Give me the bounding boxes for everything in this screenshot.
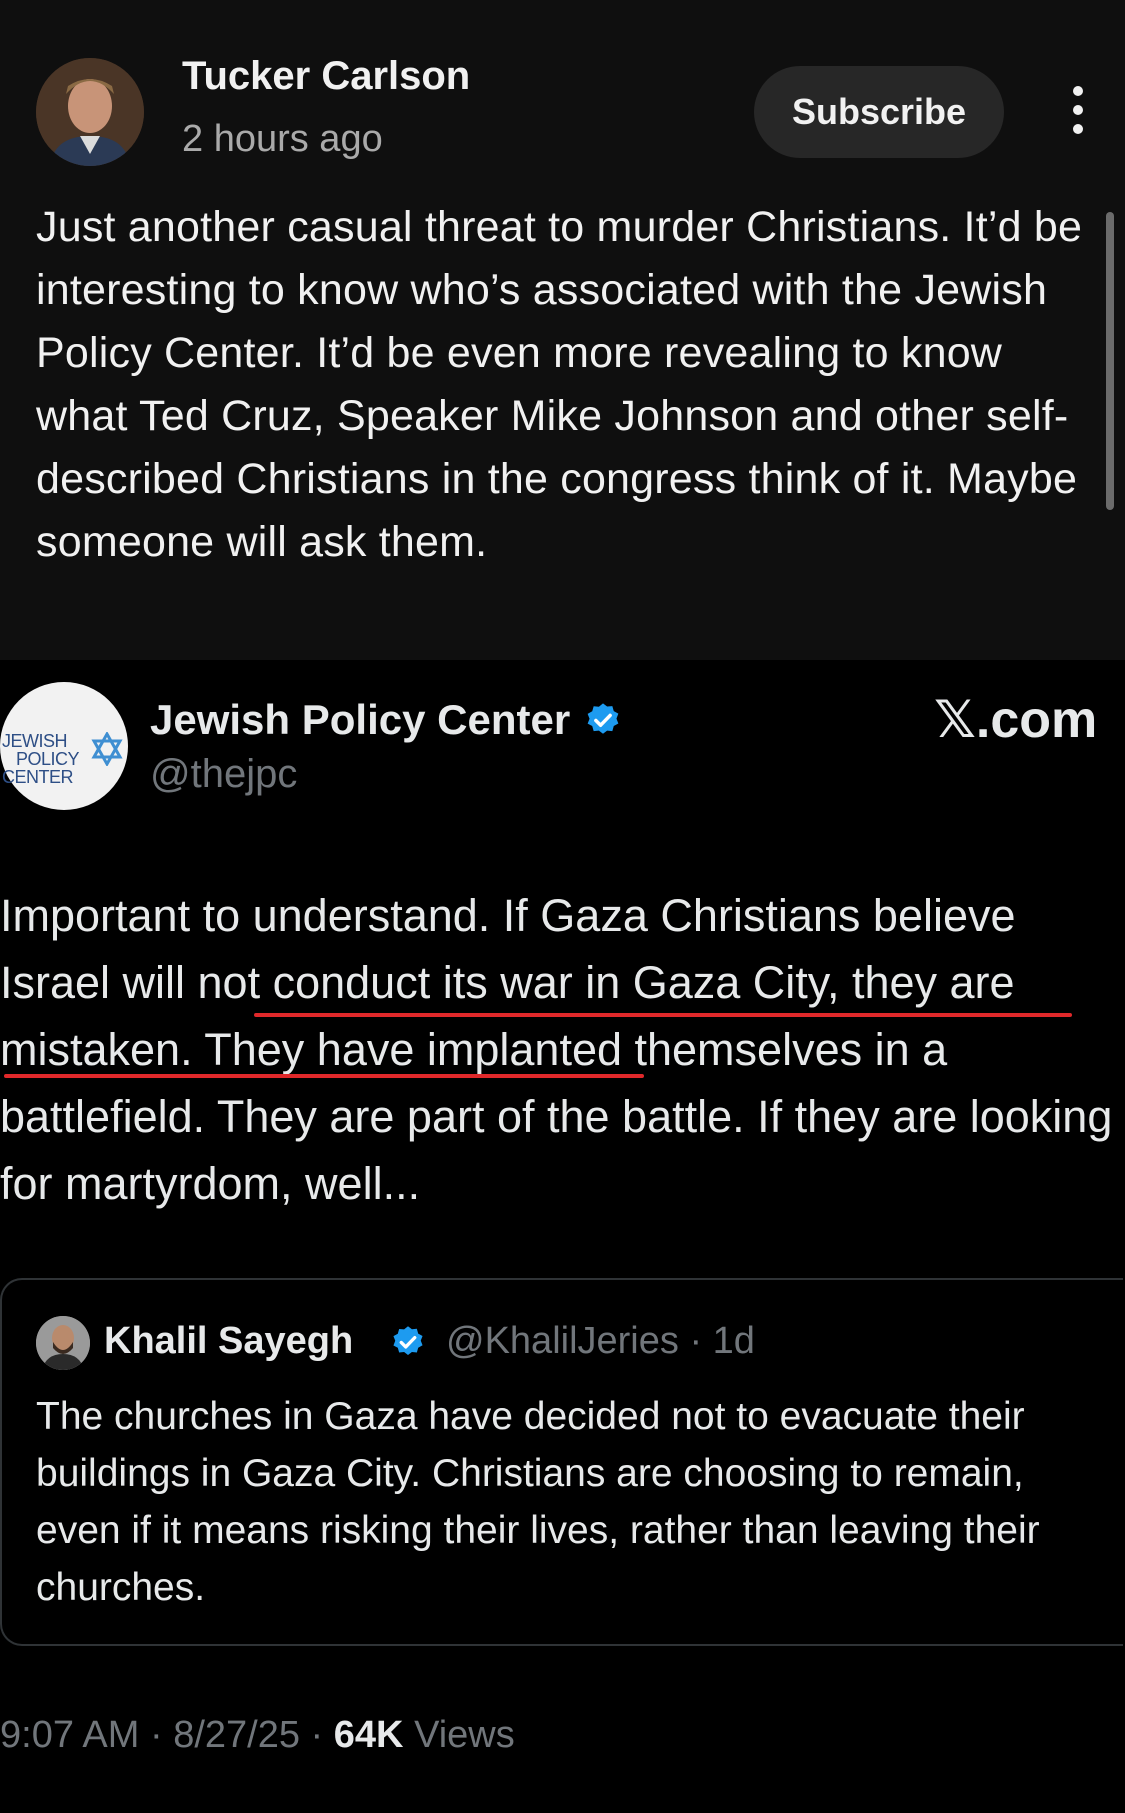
tweet-date: 8/27/25	[173, 1714, 300, 1756]
verified-badge-icon	[587, 703, 619, 734]
scrollbar[interactable]	[1106, 212, 1114, 510]
post-text: Just another casual threat to murder Chr…	[36, 203, 1083, 566]
jpc-logo: JEWISH POLICY CENTER	[0, 682, 128, 810]
x-com-label: 𝕏.com	[934, 691, 1098, 749]
quote-author-name: Khalil Sayegh	[104, 1320, 354, 1362]
quoted-tweet[interactable]: Khalil Sayegh @KhalilJeries · 1d The chu…	[0, 1278, 1123, 1646]
tweet-meta: 9:07 AM · 8/27/25 · 64K Views	[0, 1714, 515, 1756]
post-timestamp: 2 hours ago	[182, 118, 383, 160]
views-label: Views	[414, 1714, 515, 1756]
quote-author-handle: @KhalilJeries · 1d	[446, 1320, 755, 1362]
tweet-time: 9:07 AM	[0, 1714, 140, 1756]
author-avatar[interactable]	[36, 58, 144, 166]
account-handle[interactable]: @thejpc	[150, 752, 297, 797]
quote-age: · 1d	[689, 1320, 755, 1362]
verified-badge-icon	[393, 1326, 423, 1356]
red-underline-2	[4, 1074, 644, 1078]
quote-author-avatar	[36, 1316, 90, 1370]
star-of-david-icon	[91, 732, 123, 766]
red-underline-1	[254, 1013, 1072, 1017]
more-options-icon[interactable]	[1060, 86, 1096, 142]
tweet-text: Important to understand. If Gaza Christi…	[0, 882, 1125, 1217]
quote-text: The churches in Gaza have decided not to…	[36, 1395, 1040, 1609]
embedded-tweet-image[interactable]: JEWISH POLICY CENTER Jewish Policy Cente…	[0, 660, 1125, 1813]
account-name[interactable]: Jewish Policy Center	[150, 696, 570, 744]
jpc-logo-wordmark: JEWISH POLICY CENTER	[2, 731, 80, 787]
post-header: Tucker Carlson 2 hours ago Subscribe	[0, 0, 1125, 190]
author-name[interactable]: Tucker Carlson	[182, 54, 470, 99]
views-count: 64K	[333, 1714, 404, 1756]
subscribe-button[interactable]: Subscribe	[754, 66, 1004, 158]
